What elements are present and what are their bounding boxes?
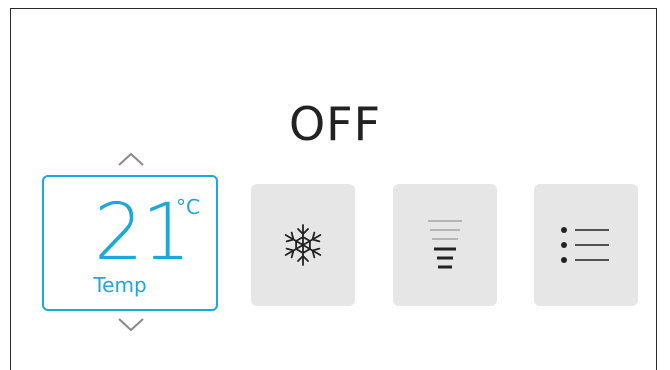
temp-down-button[interactable] [116, 314, 146, 334]
temperature-unit: °C [176, 195, 200, 219]
chevron-up-icon [118, 152, 144, 166]
list-menu-icon [561, 227, 609, 263]
power-status: OFF [288, 97, 382, 151]
temperature-label: Temp [93, 273, 147, 297]
snowflake-icon [284, 224, 322, 266]
temperature-display[interactable]: 21 °C Temp [42, 175, 218, 311]
temp-up-button[interactable] [116, 150, 146, 170]
fan-speed-bars-icon [428, 220, 462, 269]
temperature-value: 21 [94, 188, 191, 278]
chevron-down-icon [118, 318, 144, 332]
menu-button[interactable] [534, 184, 638, 306]
fan-speed-button[interactable] [393, 184, 497, 306]
mode-button[interactable] [251, 184, 355, 306]
